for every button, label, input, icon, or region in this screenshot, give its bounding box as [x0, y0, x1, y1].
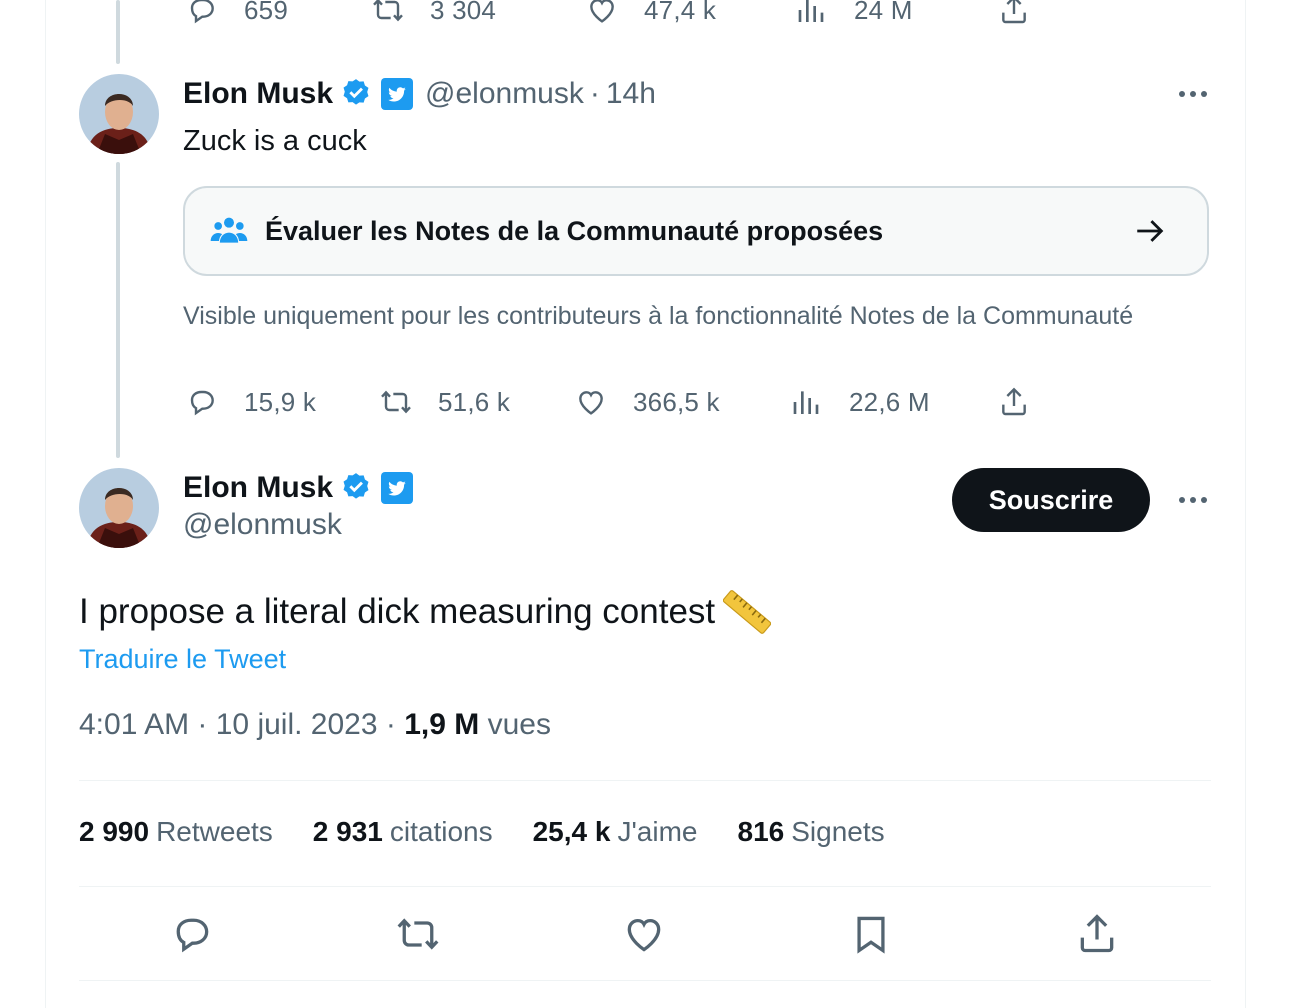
views-icon	[793, 391, 819, 414]
retweet-button[interactable]	[396, 912, 440, 956]
more-icon[interactable]	[1179, 91, 1207, 97]
share-button[interactable]	[1075, 912, 1119, 956]
reply-icon	[176, 918, 209, 953]
tweet-meta: 4:01 AM · 10 juil. 2023 · 1,9 M vues	[79, 708, 551, 742]
views-label: vues	[487, 708, 551, 741]
verified-icon[interactable]	[339, 77, 373, 111]
top-retweet-count: 3 304	[430, 0, 497, 25]
like-count: 366,5 k	[633, 386, 720, 417]
reply-count: 15,9 k	[244, 386, 317, 417]
retweet-icon	[397, 918, 439, 950]
avatar[interactable]	[79, 74, 159, 154]
main-tweet-text-row: I propose a literal dick measuring conte…	[79, 588, 772, 636]
subscribe-button[interactable]: Souscrire	[952, 468, 1150, 532]
reply-button[interactable]: 15,9 k	[186, 386, 316, 418]
separator-dot: ·	[189, 708, 216, 741]
retweets-stat[interactable]: 2 990 Retweets	[79, 816, 273, 848]
like-button[interactable]: 366,5 k	[575, 386, 720, 418]
author-handle[interactable]: @elonmusk	[425, 77, 584, 111]
bookmark-button[interactable]	[849, 912, 893, 956]
like-icon	[590, 0, 614, 23]
reply-button[interactable]	[170, 912, 214, 956]
top-views-button[interactable]: 24 M	[796, 0, 913, 26]
separator-dot: ·	[377, 708, 405, 741]
separator-dot: ·	[589, 77, 600, 110]
top-retweet-button[interactable]: 3 304	[372, 0, 496, 26]
reply-author-row: Elon Musk @elonmusk · 14h	[183, 74, 656, 114]
bookmarks-stat[interactable]: 816 Signets	[738, 816, 885, 848]
reply-tweet-text: Zuck is a cuck	[183, 125, 367, 157]
tweet-time[interactable]: 4:01 AM	[79, 708, 189, 741]
thread-line-middle	[116, 162, 120, 458]
twitter-badge-icon[interactable]	[381, 472, 414, 504]
views-button[interactable]: 22,6 M	[791, 386, 930, 418]
share-icon	[1080, 914, 1114, 953]
more-icon[interactable]	[1179, 497, 1207, 503]
arrow-right-icon	[1137, 220, 1164, 242]
top-reply-button[interactable]: 659	[186, 0, 288, 26]
share-button[interactable]	[998, 386, 1030, 418]
main-tweet-text: I propose a literal dick measuring conte…	[79, 592, 716, 631]
like-button[interactable]	[622, 912, 666, 956]
author-name[interactable]: Elon Musk	[183, 471, 333, 505]
community-notes-button[interactable]: Évaluer les Notes de la Communauté propo…	[183, 186, 1209, 276]
tweet-date[interactable]: 10 juil. 2023	[216, 708, 378, 741]
author-name[interactable]: Elon Musk	[183, 77, 333, 111]
reply-icon	[190, 390, 214, 416]
verified-icon[interactable]	[339, 471, 373, 505]
share-icon	[1002, 387, 1026, 416]
reply-icon	[190, 0, 214, 24]
translate-tweet-link[interactable]: Traduire le Tweet	[79, 644, 286, 675]
top-share-button[interactable]	[998, 0, 1030, 26]
avatar-image	[79, 468, 159, 548]
twitter-badge-icon[interactable]	[381, 78, 414, 110]
retweet-icon	[373, 0, 403, 22]
retweet-count: 51,6 k	[438, 386, 511, 417]
views-icon	[798, 0, 824, 22]
views-number: 1,9 M	[404, 708, 480, 741]
top-reply-count: 659	[244, 0, 288, 25]
community-notes-visibility-info: Visible uniquement pour les contributeur…	[183, 302, 1134, 330]
share-icon	[1002, 0, 1026, 24]
top-like-button[interactable]: 47,4 k	[586, 0, 716, 26]
main-author-row: Elon Musk	[183, 468, 414, 508]
likes-stat[interactable]: 25,4 k J'aime	[533, 816, 698, 848]
retweet-icon	[381, 390, 411, 414]
divider	[79, 886, 1211, 887]
ruler-emoji	[723, 590, 772, 634]
like-icon	[579, 391, 603, 415]
avatar-image	[79, 74, 159, 154]
top-like-count: 47,4 k	[644, 0, 717, 25]
engagement-stats: 2 990 Retweets 2 931 citations 25,4 k J'aim…	[79, 816, 925, 848]
divider	[79, 780, 1211, 781]
community-notes-icon	[210, 217, 248, 243]
quotes-stat[interactable]: 2 931 citations	[313, 816, 493, 848]
top-views-count: 24 M	[854, 0, 913, 25]
retweet-button[interactable]: 51,6 k	[380, 386, 510, 418]
divider	[79, 980, 1211, 981]
community-notes-label: Évaluer les Notes de la Communauté propo…	[265, 215, 884, 246]
author-handle[interactable]: @elonmusk	[183, 508, 342, 542]
tweet-time[interactable]: 14h	[606, 77, 656, 111]
views-count: 22,6 M	[849, 386, 930, 417]
avatar[interactable]	[79, 468, 159, 548]
thread-line-top	[116, 0, 120, 64]
like-icon	[627, 918, 661, 952]
bookmark-icon	[857, 916, 885, 954]
